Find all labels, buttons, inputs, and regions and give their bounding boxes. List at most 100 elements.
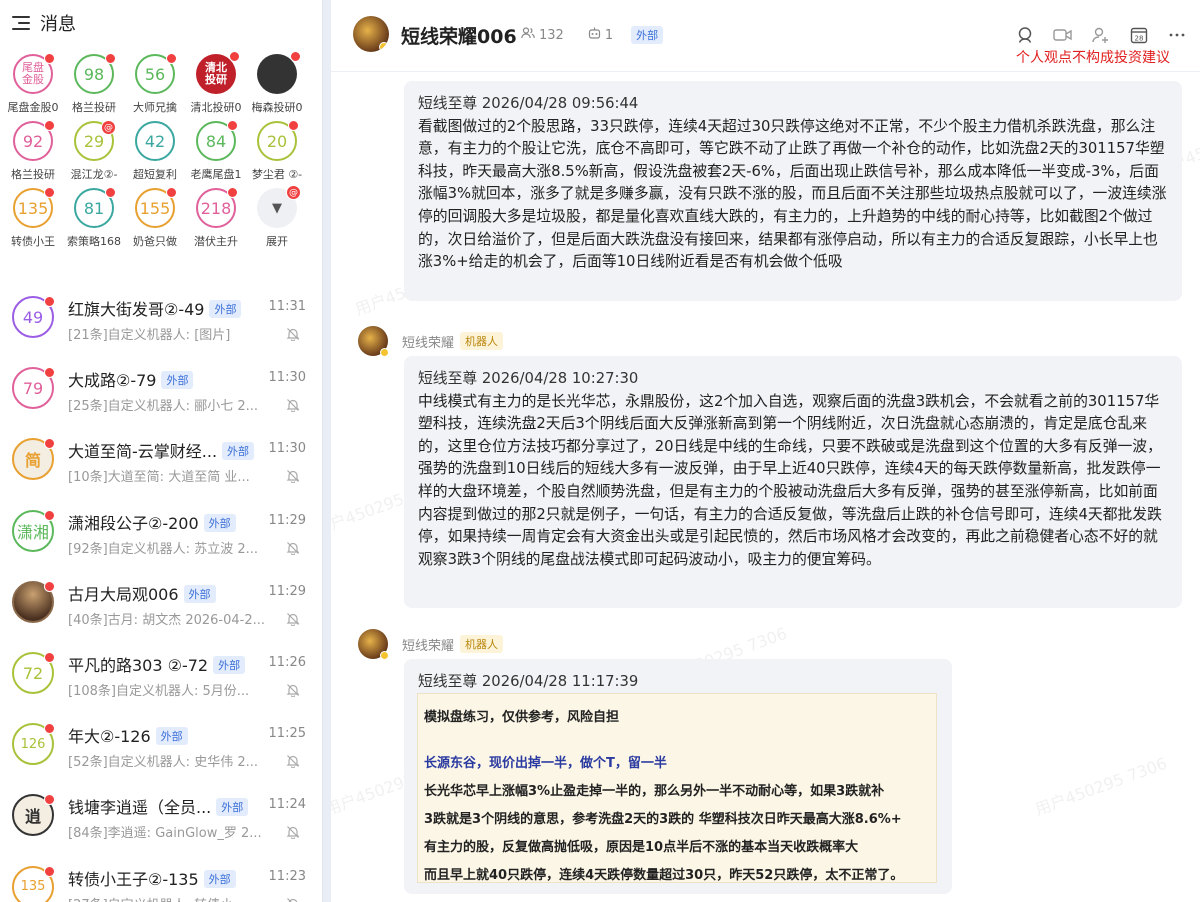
conversation-name-row: 潇湘段公子②-200 外部	[68, 510, 236, 534]
conversation-avatar[interactable]	[12, 580, 55, 623]
more-icon[interactable]	[1166, 24, 1188, 46]
mute-bell-icon	[286, 682, 300, 698]
member-count: 132	[539, 27, 564, 43]
calendar-icon[interactable]: 28	[1128, 24, 1150, 46]
group-avatar[interactable]: 92	[13, 120, 55, 161]
unread-dot	[229, 51, 240, 62]
sender-avatar[interactable]	[358, 629, 389, 660]
external-badge: 外部	[161, 371, 194, 390]
conversation-avatar[interactable]: 潇湘	[12, 509, 55, 552]
conversation-avatar[interactable]: 49	[12, 296, 55, 338]
mention-badge: @	[101, 120, 116, 135]
group-avatar[interactable]: 尾盘 金股	[13, 53, 55, 94]
conversation-name: 古月大局观006	[68, 584, 179, 604]
group-shortcut[interactable]: 20 梦尘君 ②-	[248, 120, 306, 182]
group-avatar[interactable]: 135	[13, 187, 55, 228]
group-shortcut[interactable]: 81 索策略168	[65, 187, 123, 249]
message-image[interactable]: 模拟盘练习，仅供参考，风险自担 长源东谷，现价出掉一半，做个T，留一半 长光华芯…	[417, 693, 937, 883]
group-shortcut[interactable]: 29 @ 混江龙②-	[65, 120, 123, 182]
conversation-avatar[interactable]: 逍	[12, 794, 55, 837]
group-shortcut[interactable]: ▼ @ 展开	[248, 185, 306, 249]
conversation-item[interactable]: 逍 钱塘李逍遥（全员... 外部 11:24 [84条]李逍遥: GainGlow_罗 …	[0, 783, 322, 854]
group-avatar[interactable]: 42	[135, 121, 175, 161]
group-shortcut[interactable]: 梅森投研0	[248, 51, 306, 115]
conversation-name-row: 大道至简-云掌财经... 外部	[68, 438, 255, 462]
group-shortcut[interactable]: 84 老鹰尾盘1	[187, 120, 245, 182]
unread-dot	[105, 187, 116, 198]
disclaimer-text: 个人观点不构成投资建议	[1016, 50, 1170, 66]
unread-dot	[44, 187, 55, 198]
unread-dot	[44, 509, 55, 521]
message-body: 中线模式有主力的是长光华芯，永鼎股份，这2个加入自选，观察后面的洗盘3跌机会，不…	[418, 392, 1162, 568]
group-shortcut[interactable]: 92 格兰投研	[4, 120, 62, 182]
group-shortcut[interactable]: 155 奶爸只做	[126, 187, 184, 249]
conversation-preview: [52条]自定义机器人: 史华伟 2...	[68, 755, 258, 771]
group-shortcut[interactable]: 42 超短复利	[126, 121, 184, 182]
conversation-time: 11:26	[268, 655, 306, 670]
group-avatar-text: 98	[83, 64, 105, 84]
group-avatar[interactable]: 84	[196, 120, 238, 161]
group-avatar[interactable]: 20	[257, 120, 299, 161]
group-avatar[interactable]	[353, 16, 389, 52]
group-shortcut[interactable]: 98 格兰投研	[65, 53, 123, 115]
external-badge: 外部	[222, 442, 255, 461]
group-avatar-text: 56	[144, 64, 166, 84]
group-avatar[interactable]: 56	[135, 53, 177, 94]
conversation-item[interactable]: 72 平凡的路303 ②-72 外部 11:26 [108条]自定义机器人: 5月份..…	[0, 641, 322, 712]
group-shortcut[interactable]: 清北 投研 清北投研0	[187, 51, 245, 115]
search-icon[interactable]	[1014, 24, 1036, 46]
conversation-avatar[interactable]: 135	[12, 865, 55, 902]
conversation-avatar[interactable]: 79	[12, 367, 55, 410]
conversation-avatar[interactable]: 简	[12, 438, 55, 481]
unread-dot	[44, 723, 55, 735]
conversation-item[interactable]: 潇湘 潇湘段公子②-200 外部 11:29 [92条]自定义机器人: 苏立波 2...	[0, 499, 322, 570]
group-avatar[interactable]	[257, 51, 301, 94]
image-line: 长源东谷，现价出掉一半，做个T，留一半	[424, 756, 667, 771]
group-avatar[interactable]: 81	[74, 187, 116, 228]
sender-name: 短线荣耀	[402, 335, 455, 351]
conversation-preview: [25条]自定义机器人: 郦小七 2...	[68, 399, 258, 415]
group-shortcut[interactable]: 尾盘 金股 尾盘金股0	[4, 53, 62, 115]
conversation-preview: [92条]自定义机器人: 苏立波 2...	[68, 541, 258, 557]
pane-divider[interactable]	[322, 0, 331, 902]
group-label: 老鹰尾盘1	[190, 168, 242, 181]
conversation-item[interactable]: 126 年大②-126 外部 11:25 [52条]自定义机器人: 史华伟 2...	[0, 712, 322, 783]
external-badge: 外部	[213, 656, 246, 674]
message-header: 短线至尊 2026/04/28 11:17:39	[418, 673, 639, 690]
group-avatar[interactable]: 218	[196, 187, 238, 228]
unread-dot	[44, 367, 55, 379]
sidebar-title: 消息	[40, 14, 76, 35]
video-call-icon[interactable]	[1052, 24, 1074, 46]
unread-dot	[44, 296, 55, 307]
unread-dot	[44, 580, 55, 592]
robot-tag: 机器人	[460, 332, 504, 350]
group-avatar[interactable]: 98	[74, 53, 116, 94]
group-shortcut[interactable]: 218 潜伏主升	[187, 187, 245, 249]
conversation-item[interactable]: 49 红旗大街发哥②-49 外部 11:31 [21条]自定义机器人: [图片]	[0, 285, 322, 356]
conversation-item[interactable]: 79 大成路②-79 外部 11:30 [25条]自定义机器人: 郦小七 2...	[0, 356, 322, 427]
menu-icon[interactable]	[12, 16, 30, 30]
group-shortcut[interactable]: 135 转债小王	[4, 187, 62, 249]
group-avatar[interactable]: 清北 投研	[196, 51, 240, 94]
conversation-name: 转债小王子②-135	[68, 869, 199, 889]
group-avatar[interactable]: 155	[135, 187, 177, 228]
group-shortcut[interactable]: 56 大师兄擒	[126, 53, 184, 115]
conversation-name-row: 大成路②-79 外部	[68, 367, 194, 391]
members-icon	[521, 27, 535, 43]
sender-avatar[interactable]	[358, 326, 389, 357]
robot-icon	[588, 27, 601, 43]
conversation-avatar[interactable]: 72	[12, 652, 55, 694]
conversation-item[interactable]: 古月大局观006 外部 11:29 [40条]古月: 胡文杰 2026-04-2...	[0, 570, 322, 641]
conversation-item[interactable]: 135 转债小王子②-135外部 11:23 [27条]自定义机器人: 转债小...	[0, 855, 322, 902]
conversation-item[interactable]: 简 大道至简-云掌财经... 外部 11:30 [10条]大道至简: 大道至简 业...	[0, 427, 322, 498]
message-bubble[interactable]: 短线至尊 2026/04/28 10:27:30 中线模式有主力的是长光华芯，永…	[404, 356, 1182, 608]
message-bubble[interactable]: 短线至尊 2026/04/28 09:56:44 看截图做过的2个股思路，33只…	[404, 81, 1182, 301]
conversation-avatar[interactable]: 126	[12, 723, 55, 766]
expand-icon[interactable]: ▼ @	[257, 185, 301, 228]
external-badge: 外部	[155, 727, 188, 746]
mute-bell-icon	[286, 468, 300, 484]
group-avatar[interactable]: 29 @	[74, 120, 116, 161]
group-label: 转债小王	[11, 235, 55, 248]
external-badge: 外部	[203, 869, 236, 888]
add-member-icon[interactable]	[1090, 24, 1112, 46]
